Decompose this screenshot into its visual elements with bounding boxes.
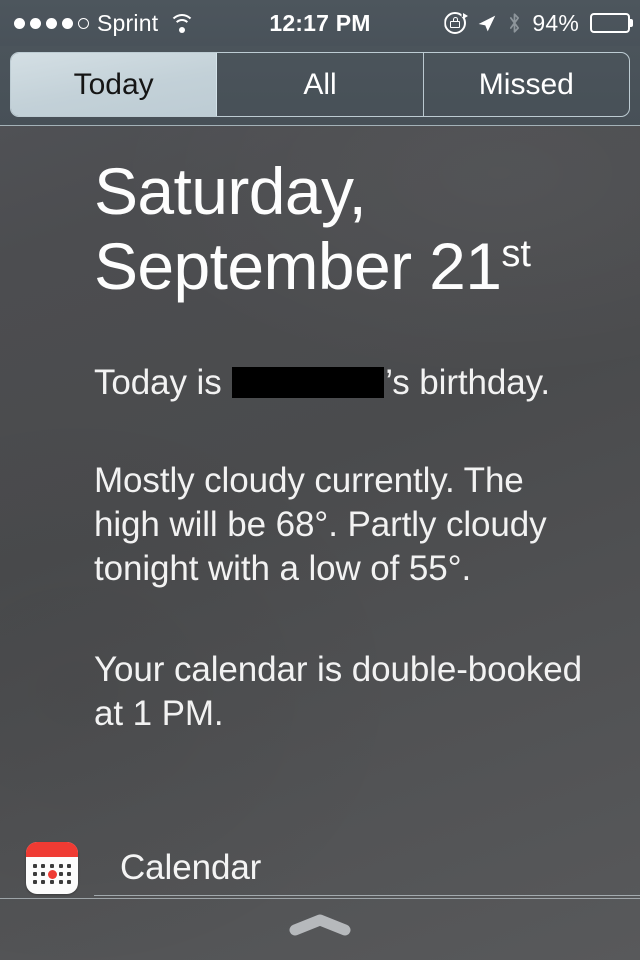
segmented-control: Today All Missed — [10, 52, 630, 117]
calendar-summary: Your calendar is double-booked at 1 PM. — [94, 649, 583, 733]
app-row-divider-inset — [94, 895, 640, 896]
tab-all[interactable]: All — [217, 53, 424, 116]
signal-strength-icon — [14, 17, 89, 29]
status-bar-right: 94% — [444, 10, 630, 37]
date-ordinal-suffix: st — [501, 232, 531, 275]
battery-icon — [590, 13, 630, 33]
status-bar-left: Sprint — [14, 9, 196, 37]
grabber-chevron-icon[interactable] — [289, 914, 351, 936]
date-headline-text: September 21 — [94, 228, 502, 303]
carrier-name: Sprint — [97, 9, 159, 36]
date-headline-line1: Saturday, — [94, 154, 367, 228]
wifi-icon — [169, 13, 196, 33]
weather-summary: Mostly cloudy currently. The high will b… — [94, 461, 547, 589]
calendar-app-row[interactable]: Calendar — [0, 842, 640, 894]
notification-tabs: Today All Missed — [0, 46, 640, 126]
birthday-suffix: ’s birthday. — [385, 363, 551, 403]
calendar-app-icon — [26, 842, 78, 894]
app-row-divider-full — [0, 898, 640, 899]
rotation-lock-icon — [444, 12, 469, 34]
birthday-summary: Today is ’s birthday. — [94, 361, 600, 405]
location-arrow-icon — [478, 15, 496, 31]
redacted-name-bar — [232, 367, 385, 399]
date-headline-line2: September 21st — [94, 229, 600, 304]
date-headline: Saturday, September 21st — [94, 154, 600, 303]
calendar-app-label: Calendar — [120, 848, 262, 887]
tab-today[interactable]: Today — [11, 53, 218, 116]
bluetooth-icon — [510, 13, 520, 33]
tab-missed[interactable]: Missed — [424, 53, 629, 116]
battery-percentage: 94% — [532, 9, 579, 36]
status-bar: Sprint 12:17 PM 94% — [0, 0, 640, 46]
notification-center-screen: Sprint 12:17 PM 94% Today All Missed Sat… — [0, 0, 640, 960]
birthday-prefix: Today is — [94, 363, 232, 403]
today-summary: Saturday, September 21st Today is ’s bir… — [0, 154, 640, 736]
